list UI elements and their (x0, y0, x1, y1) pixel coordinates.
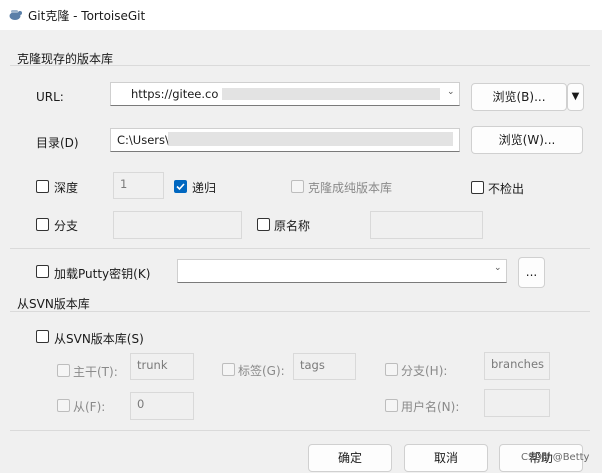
from-svn-label: 从SVN版本库(S) (54, 332, 144, 346)
branch-label: 分支 (54, 219, 79, 233)
trunk-checkbox[interactable] (57, 364, 70, 377)
username-label: 用户名(N): (401, 400, 460, 414)
from-revision-label: 从(F): (73, 400, 106, 414)
tags-checkbox[interactable] (222, 363, 235, 376)
url-label: URL: (36, 90, 64, 104)
window-title: Git克隆 - TortoiseGit (28, 9, 146, 23)
tortoisegit-icon (9, 10, 22, 20)
tags-input[interactable]: tags (293, 353, 356, 380)
directory-value: C:\Users\ (117, 133, 169, 147)
cancel-button[interactable]: 取消 (404, 444, 488, 472)
tags-label: 标签(G): (238, 364, 285, 378)
ok-button[interactable]: 确定 (308, 444, 392, 472)
group-divider (10, 248, 590, 249)
no-checkout-checkbox[interactable] (471, 181, 484, 194)
branches-label: 分支(H): (401, 364, 448, 378)
group-divider (10, 65, 590, 66)
recursive-label: 递归 (192, 181, 217, 195)
username-checkbox[interactable] (385, 399, 398, 412)
origin-name-checkbox[interactable] (257, 218, 270, 231)
no-checkout-label: 不检出 (488, 182, 525, 196)
browse-url-button[interactable]: 浏览(B)... (471, 83, 567, 111)
branches-checkbox[interactable] (385, 363, 398, 376)
bare-label: 克隆成纯版本库 (308, 181, 393, 195)
from-svn-checkbox[interactable] (36, 330, 49, 343)
directory-label: 目录(D) (36, 136, 79, 150)
origin-name-label: 原名称 (274, 219, 311, 233)
depth-label: 深度 (54, 181, 79, 195)
branch-input[interactable] (113, 211, 242, 239)
putty-key-checkbox[interactable] (36, 265, 49, 278)
from-revision-input[interactable]: 0 (130, 392, 194, 420)
origin-name-input[interactable] (370, 211, 483, 239)
browse-directory-button[interactable]: 浏览(W)... (471, 126, 583, 154)
branch-checkbox[interactable] (36, 218, 49, 231)
depth-input[interactable]: 1 (113, 172, 164, 199)
redacted-path (168, 132, 453, 146)
branches-input[interactable]: branches (484, 352, 550, 380)
dropdown-arrow-icon: ▼ (571, 91, 580, 102)
bare-checkbox[interactable] (291, 180, 304, 193)
chevron-down-icon[interactable]: ⌄ (494, 263, 502, 273)
putty-key-combobox[interactable] (177, 259, 507, 283)
svn-group-title: 从SVN版本库 (17, 297, 90, 311)
putty-key-label: 加载Putty密钥(K) (54, 267, 151, 281)
redacted-url (222, 88, 440, 100)
check-icon (176, 183, 185, 191)
from-revision-checkbox[interactable] (57, 399, 70, 412)
url-value: https://gitee.co (131, 87, 219, 101)
group-divider (10, 311, 590, 312)
browse-url-dropdown[interactable]: ▼ (567, 83, 584, 111)
putty-browse-button[interactable]: ... (518, 257, 545, 288)
watermark: CSDN @Betty (521, 452, 590, 463)
trunk-input[interactable]: trunk (130, 353, 194, 380)
depth-checkbox[interactable] (36, 180, 49, 193)
trunk-label: 主干(T): (73, 365, 118, 379)
username-input[interactable] (484, 389, 550, 417)
recursive-checkbox[interactable] (174, 180, 187, 193)
group-divider (10, 430, 590, 431)
chevron-down-icon[interactable]: ⌄ (447, 87, 455, 97)
